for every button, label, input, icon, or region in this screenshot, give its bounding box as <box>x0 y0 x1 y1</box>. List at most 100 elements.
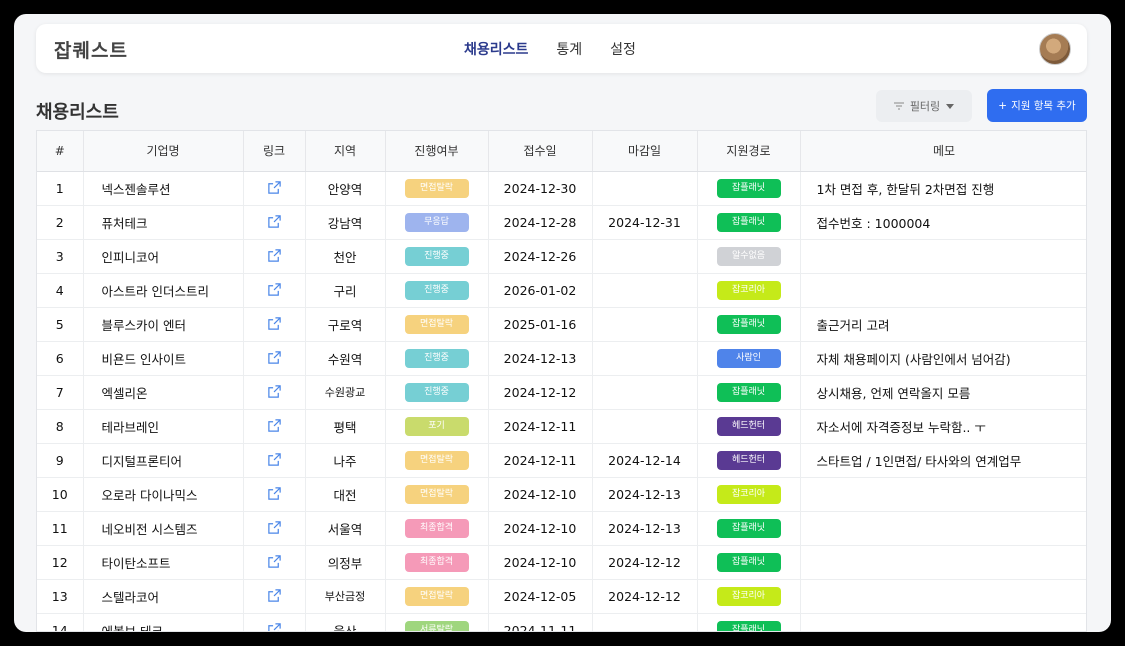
status-badge[interactable]: 면접탈락 <box>404 179 469 198</box>
external-link-icon[interactable] <box>266 622 282 631</box>
external-link-icon[interactable] <box>266 282 282 298</box>
source-badge[interactable]: 사람인 <box>716 349 781 368</box>
company-name[interactable]: 네오비전 시스템즈 <box>83 511 244 546</box>
source-badge[interactable]: 잡플래닛 <box>716 621 781 631</box>
external-link-icon[interactable] <box>266 588 282 604</box>
memo[interactable]: 접수번호 : 1000004 <box>800 205 1086 240</box>
memo[interactable]: 상시채용, 언제 연락올지 모름 <box>800 375 1086 410</box>
status-badge[interactable]: 면접탈락 <box>404 315 469 334</box>
memo[interactable]: 자소서에 자격증정보 누락함.. ㅜ <box>800 409 1086 444</box>
company-name[interactable]: 넥스젠솔루션 <box>83 171 244 206</box>
avatar[interactable] <box>1039 33 1071 65</box>
external-link-icon[interactable] <box>266 486 282 502</box>
source-badge[interactable]: 잡코리아 <box>716 281 781 300</box>
memo[interactable] <box>800 477 1086 512</box>
app-logo[interactable]: 잡퀘스트 <box>54 36 128 63</box>
column-header[interactable]: 접수일 <box>488 131 593 172</box>
nav-item-stats[interactable]: 통계 <box>556 39 582 59</box>
table-row[interactable]: 6 비욘드 인사이트 수원역 진행중 2024-12-13 사람인 자체 채용페이지 (사람… <box>37 341 1086 376</box>
external-link-icon[interactable] <box>266 418 282 434</box>
source-badge[interactable]: 잡코리아 <box>716 485 781 504</box>
memo[interactable] <box>800 579 1086 614</box>
column-header[interactable]: 메모 <box>800 131 1086 172</box>
company-name[interactable]: 타이탄소프트 <box>83 545 244 580</box>
job-table-container[interactable]: # 기업명 링크 지역 진행여부 접수일 마감일 지원경로 메모 1 넥스젠솔루션… <box>36 130 1087 632</box>
column-header[interactable]: 지원경로 <box>697 131 801 172</box>
source-badge[interactable]: 잡플래닛 <box>716 519 781 538</box>
company-name[interactable]: 오로라 다이나믹스 <box>83 477 244 512</box>
status-badge[interactable]: 서류탈락 <box>404 621 469 631</box>
external-link-icon[interactable] <box>266 180 282 196</box>
status-badge[interactable]: 진행중 <box>404 281 469 300</box>
memo[interactable] <box>800 239 1086 274</box>
nav-item-job-list[interactable]: 채용리스트 <box>464 39 528 59</box>
table-row[interactable]: 8 테라브레인 평택 포기 2024-12-11 헤드헌터 자소서에 자격증정보 누락함..… <box>37 409 1086 444</box>
source-badge[interactable]: 잡코리아 <box>716 587 781 606</box>
status-badge[interactable]: 포기 <box>404 417 469 436</box>
column-header[interactable]: 마감일 <box>592 131 698 172</box>
filter-button[interactable]: 필터링 <box>876 90 972 122</box>
external-link-icon[interactable] <box>266 350 282 366</box>
memo[interactable] <box>800 273 1086 308</box>
source-badge[interactable]: 헤드헌터 <box>716 417 781 436</box>
source-badge[interactable]: 잡플래닛 <box>716 179 781 198</box>
memo[interactable]: 1차 면접 후, 한달뒤 2차면접 진행 <box>800 171 1086 206</box>
table-row[interactable]: 10 오로라 다이나믹스 대전 면접탈락 2024-12-10 2024-12-13 잡코리… <box>37 477 1086 512</box>
add-application-button[interactable]: + 지원 항목 추가 <box>987 89 1087 122</box>
status-badge[interactable]: 최종합격 <box>404 553 469 572</box>
memo[interactable] <box>800 511 1086 546</box>
column-header[interactable]: # <box>37 131 84 172</box>
source-badge[interactable]: 헤드헌터 <box>716 451 781 470</box>
table-row[interactable]: 9 디지털프론티어 나주 면접탈락 2024-12-11 2024-12-14 헤드헌터 스타… <box>37 443 1086 478</box>
table-row[interactable]: 1 넥스젠솔루션 안양역 면접탈락 2024-12-30 잡플래닛 1차 면접 후, 한달뒤… <box>37 171 1086 206</box>
table-row[interactable]: 2 퓨처테크 강남역 무응답 2024-12-28 2024-12-31 잡플래닛 접수번호 … <box>37 205 1086 240</box>
column-header[interactable]: 링크 <box>243 131 306 172</box>
external-link-icon[interactable] <box>266 520 282 536</box>
table-row[interactable]: 4 아스트라 인더스트리 구리 진행중 2026-01-02 잡코리아 <box>37 273 1086 308</box>
company-name[interactable]: 아스트라 인더스트리 <box>83 273 244 308</box>
table-row[interactable]: 3 인피니코어 천안 진행중 2024-12-26 알수없음 <box>37 239 1086 274</box>
external-link-icon[interactable] <box>266 384 282 400</box>
table-row[interactable]: 5 블루스카이 엔터 구로역 면접탈락 2025-01-16 잡플래닛 출근거리 고려 <box>37 307 1086 342</box>
status-badge[interactable]: 진행중 <box>404 349 469 368</box>
external-link-icon[interactable] <box>266 316 282 332</box>
company-name[interactable]: 퓨처테크 <box>83 205 244 240</box>
column-header[interactable]: 기업명 <box>83 131 244 172</box>
source-badge[interactable]: 알수없음 <box>716 247 781 266</box>
status-badge[interactable]: 진행중 <box>404 247 469 266</box>
status-badge[interactable]: 면접탈락 <box>404 451 469 470</box>
source-badge[interactable]: 잡플래닛 <box>716 213 781 232</box>
company-name[interactable]: 비욘드 인사이트 <box>83 341 244 376</box>
company-name[interactable]: 블루스카이 엔터 <box>83 307 244 342</box>
status-badge[interactable]: 최종합격 <box>404 519 469 538</box>
company-name[interactable]: 인피니코어 <box>83 239 244 274</box>
source-badge[interactable]: 잡플래닛 <box>716 383 781 402</box>
table-row[interactable]: 7 엑셀리온 수원광교 진행중 2024-12-12 잡플래닛 상시채용, 언제 연락올지 … <box>37 375 1086 410</box>
column-header[interactable]: 진행여부 <box>385 131 489 172</box>
company-name[interactable]: 에볼브 테크 <box>83 613 244 631</box>
status-badge[interactable]: 면접탈락 <box>404 587 469 606</box>
memo[interactable]: 스타트업 / 1인면접/ 타사와의 연계업무 <box>800 443 1086 478</box>
company-name[interactable]: 스텔라코어 <box>83 579 244 614</box>
table-row[interactable]: 13 스텔라코어 부산금정 면접탈락 2024-12-05 2024-12-12 잡코리아 <box>37 579 1086 614</box>
table-row[interactable]: 14 에볼브 테크 울산 서류탈락 2024-11-11 잡플래닛 <box>37 613 1086 631</box>
status-badge[interactable]: 무응답 <box>404 213 469 232</box>
company-name[interactable]: 엑셀리온 <box>83 375 244 410</box>
table-row[interactable]: 12 타이탄소프트 의정부 최종합격 2024-12-10 2024-12-12 잡플래닛 <box>37 545 1086 580</box>
company-name[interactable]: 테라브레인 <box>83 409 244 444</box>
external-link-icon[interactable] <box>266 554 282 570</box>
status-badge[interactable]: 진행중 <box>404 383 469 402</box>
memo[interactable]: 자체 채용페이지 (사람인에서 넘어감) <box>800 341 1086 376</box>
column-header[interactable]: 지역 <box>305 131 386 172</box>
memo[interactable]: 출근거리 고려 <box>800 307 1086 342</box>
external-link-icon[interactable] <box>266 452 282 468</box>
status-badge[interactable]: 면접탈락 <box>404 485 469 504</box>
external-link-icon[interactable] <box>266 214 282 230</box>
memo[interactable] <box>800 613 1086 631</box>
memo[interactable] <box>800 545 1086 580</box>
company-name[interactable]: 디지털프론티어 <box>83 443 244 478</box>
source-badge[interactable]: 잡플래닛 <box>716 553 781 572</box>
table-row[interactable]: 11 네오비전 시스템즈 서울역 최종합격 2024-12-10 2024-12-13 잡플… <box>37 511 1086 546</box>
source-badge[interactable]: 잡플래닛 <box>716 315 781 334</box>
external-link-icon[interactable] <box>266 248 282 264</box>
